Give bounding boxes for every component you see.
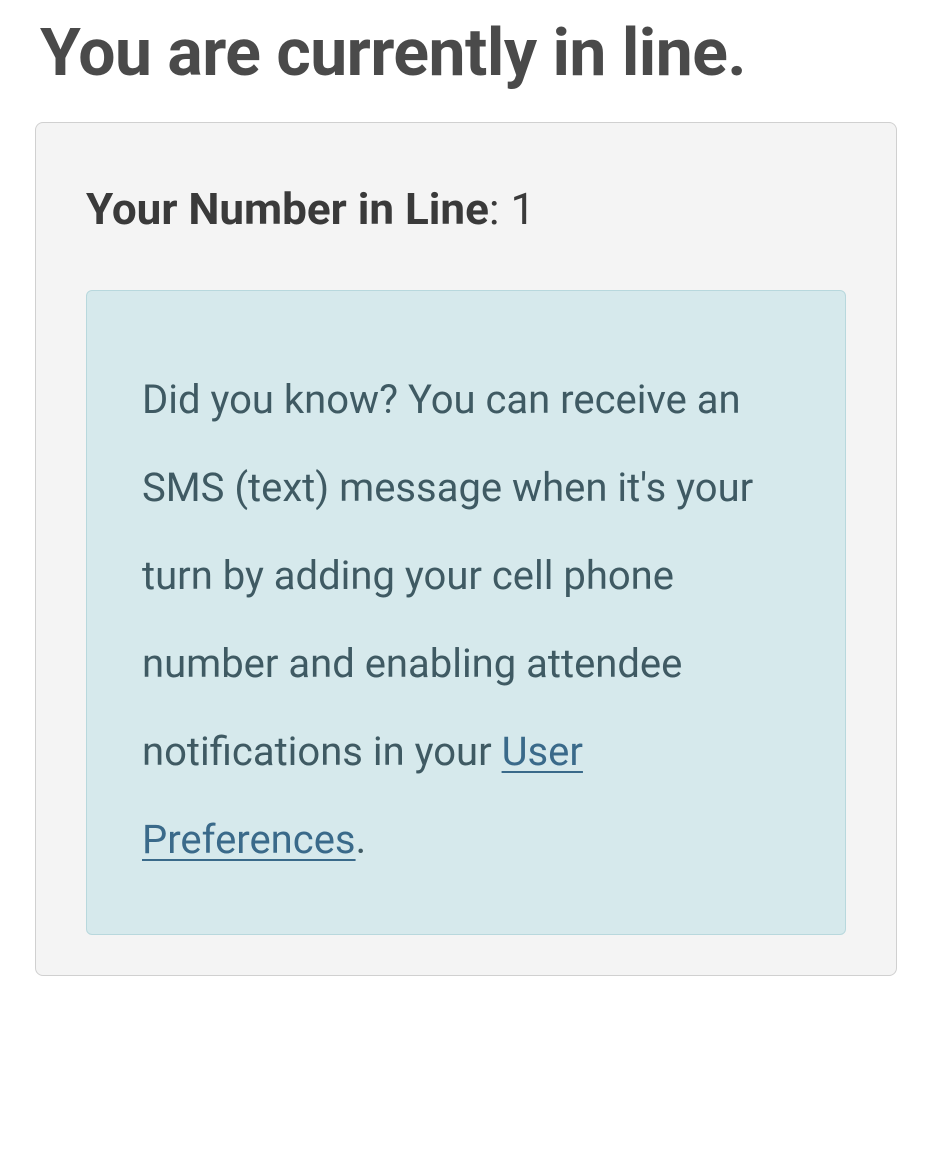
info-text-before-link: Did you know? You can receive an SMS (te… <box>142 376 753 775</box>
line-number-heading: Your Number in Line: 1 <box>86 183 846 235</box>
info-text-after-link: . <box>356 816 367 863</box>
sms-info-box: Did you know? You can receive an SMS (te… <box>86 290 846 935</box>
queue-status-card: Your Number in Line: 1 Did you know? You… <box>35 122 897 976</box>
page-title: You are currently in line. <box>0 0 932 122</box>
line-number-label: Your Number in Line <box>86 183 489 235</box>
sms-info-text: Did you know? You can receive an SMS (te… <box>142 356 790 884</box>
line-number-value: 1 <box>510 183 535 235</box>
line-number-separator: : <box>489 183 511 235</box>
